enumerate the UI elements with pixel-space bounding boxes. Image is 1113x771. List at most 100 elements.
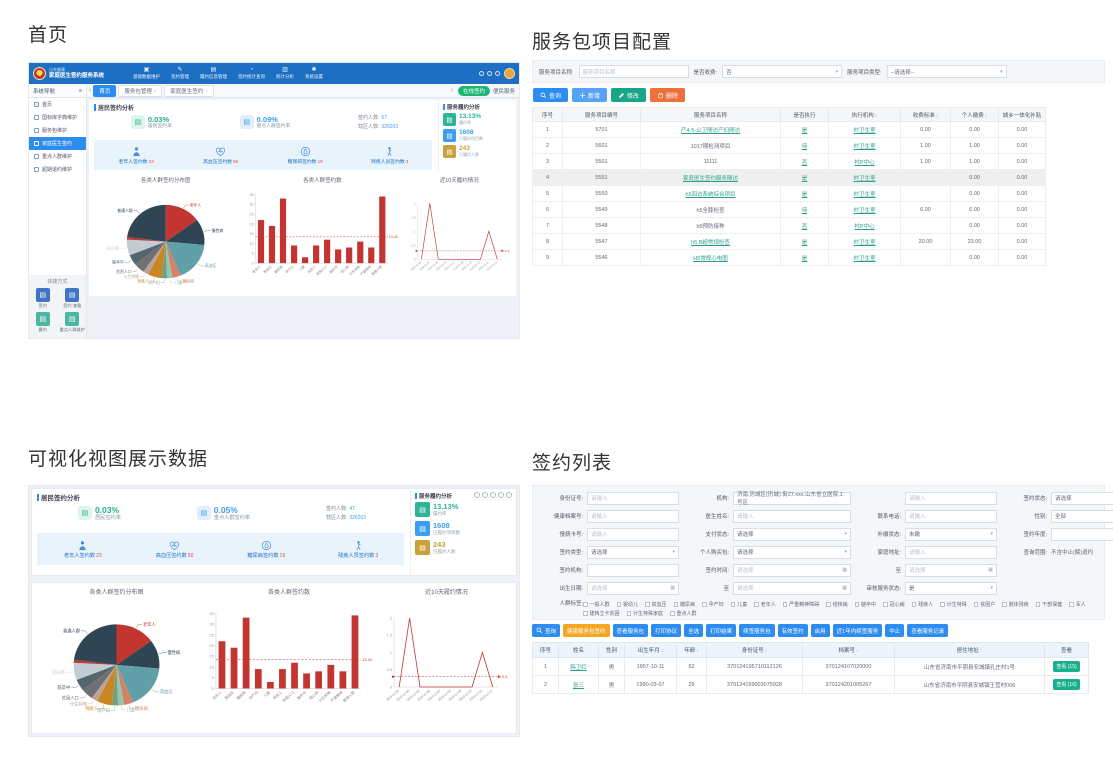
population-tag-4[interactable]: 孕产妇 [702, 601, 724, 608]
top-menu-item-2[interactable]: ▤ 履约信息管理 [200, 67, 227, 80]
column-header[interactable]: 身份证号↕ [707, 643, 803, 658]
exec-flag-link[interactable]: 是 [802, 240, 808, 246]
table-row[interactable]: 75548 h5预防接种 否 村P中心 0.000.00 [533, 218, 1046, 234]
population-tag-3[interactable]: 糖尿病 [674, 601, 696, 608]
checkbox[interactable] [617, 602, 622, 607]
column-header[interactable]: 居住地址↕ [895, 643, 1045, 658]
population-tag-18[interactable]: 计生特殊家庭 [627, 610, 664, 617]
exec-flag-link[interactable]: 否 [802, 224, 808, 230]
form-input[interactable]: 请输入 [733, 510, 851, 523]
form-select[interactable]: 是▾ [905, 582, 997, 595]
edit-button[interactable]: 修改 [611, 88, 646, 102]
sign-action-button-6[interactable]: 续签服务包 [739, 624, 775, 637]
table-row[interactable]: 45551 家庭医生签约服务随访 是 村卫生室 0.000.00 [533, 170, 1046, 186]
top-menu-item-0[interactable]: ▣ 基础数据维护 [133, 67, 160, 80]
exec-flag-link[interactable]: 是 [802, 192, 808, 198]
shortcut-2[interactable]: ▤ 履约 [36, 312, 50, 333]
view-button[interactable]: 查看 (15) [1053, 661, 1079, 672]
top-menu-item-1[interactable]: ✎ 签约管理 [171, 67, 189, 80]
checkbox[interactable] [974, 602, 979, 607]
org-link[interactable]: 村P中心 [854, 160, 874, 166]
item-name-link[interactable]: h5 B超常规检查 [691, 240, 730, 246]
sign-action-button-7[interactable]: 有效签约 [778, 624, 808, 637]
population-tag-10[interactable]: 冠心病 [883, 601, 905, 608]
date-picker[interactable]: 请选择▦ [733, 564, 851, 577]
checkbox[interactable] [1069, 602, 1074, 607]
exec-flag-link[interactable]: 是 [802, 176, 808, 182]
person-name-link[interactable]: 韩卫红 [570, 665, 587, 671]
checkbox[interactable] [754, 602, 759, 607]
person-name-link[interactable]: 张三 [573, 683, 584, 689]
form-select[interactable]: 请选择▾ [1051, 492, 1113, 505]
table-row[interactable]: 65549 h5全膝检查 待 村卫生室 6.006.000.00 [533, 202, 1046, 218]
form-input[interactable]: 请输入 [587, 510, 679, 523]
sign-action-button-0[interactable]: 查询 [532, 624, 560, 637]
population-tag-12[interactable]: 计生特殊 [940, 601, 967, 608]
checkbox[interactable] [702, 602, 707, 607]
checkbox[interactable] [826, 602, 831, 607]
checkbox[interactable] [1036, 602, 1041, 607]
quick-service-button[interactable]: 便民服务 [493, 87, 515, 95]
exec-flag-link[interactable]: 是 [802, 256, 808, 262]
user-avatar[interactable] [504, 68, 515, 79]
exec-flag-link[interactable]: 是 [802, 128, 808, 134]
form-select[interactable]: 未缴▾ [905, 528, 997, 541]
checkbox[interactable] [912, 602, 917, 607]
header-action-icons[interactable] [479, 71, 500, 76]
population-tag-5[interactable]: 儿童 [731, 601, 748, 608]
tab-1[interactable]: 服务包管理× [118, 85, 162, 97]
population-tag-13[interactable]: 贫困户 [974, 601, 996, 608]
top-menu-item-5[interactable]: ✱ 系统设置 [305, 67, 323, 80]
close-tab-icon[interactable]: × [154, 88, 156, 93]
window-dots[interactable] [474, 492, 512, 498]
form-input[interactable]: 济南.历城区(历城).街27.xxx.山东省立医院.1号区 [733, 492, 851, 505]
form-input[interactable]: 请输入 [905, 492, 997, 505]
exec-flag-link[interactable]: 待 [802, 208, 808, 214]
org-link[interactable]: 村卫生室 [853, 208, 875, 214]
date-picker[interactable]: 请选择▦ [905, 564, 997, 577]
search-button[interactable]: 查询 [533, 88, 568, 102]
form-input[interactable]: 请输入 [587, 528, 679, 541]
checkbox[interactable] [674, 602, 679, 607]
shortcut-3[interactable]: ▤ 重点人群维护 [60, 312, 85, 333]
checkbox[interactable] [1002, 602, 1007, 607]
exec-flag-link[interactable]: 否 [802, 160, 808, 166]
org-link[interactable]: 村卫生室 [853, 240, 875, 246]
sign-action-button-2[interactable]: 查看服务包 [613, 624, 649, 637]
sign-action-button-10[interactable]: 中止 [885, 624, 904, 637]
item-name-link[interactable]: 产4-5-公卫随访产妇随访 [681, 128, 740, 134]
table-row[interactable]: 95546 H5常规心电图 是 村卫生室 0.000.00 [533, 250, 1046, 266]
sign-action-button-5[interactable]: 打印结果 [706, 624, 736, 637]
population-tag-19[interactable]: 重点人群 [670, 610, 697, 617]
sidebar-item-0[interactable]: ⌂首页 [29, 98, 86, 111]
table-row[interactable]: 25601 1017期检测项目 待 村卫生室 1.001.000.00 [533, 138, 1046, 154]
item-name-link[interactable]: H5常规心电图 [693, 256, 728, 262]
column-header[interactable]: 年龄↕ [677, 643, 707, 658]
delete-button[interactable]: 删除 [650, 88, 685, 102]
hamburger-icon[interactable]: ≡ [79, 88, 82, 94]
date-picker[interactable]: 请选择▦ [733, 582, 851, 595]
package-name-input[interactable]: 服务项目名称 [579, 65, 689, 78]
checkbox[interactable] [583, 602, 588, 607]
exec-flag-link[interactable]: 待 [802, 144, 808, 150]
checkbox[interactable] [855, 602, 860, 607]
sidebar-item-5[interactable]: 超期退约维护 [29, 163, 86, 176]
checkbox[interactable] [883, 602, 888, 607]
sidebar-item-2[interactable]: 服务包维护 [29, 124, 86, 137]
population-tag-1[interactable]: 婴幼儿 [617, 601, 639, 608]
online-sign-button[interactable]: 在线签约 [458, 86, 490, 96]
form-input[interactable] [1051, 528, 1113, 541]
checkbox[interactable] [940, 602, 945, 607]
checkbox[interactable] [783, 602, 788, 607]
column-header[interactable]: 执行机构↕ [829, 108, 901, 122]
population-tag-9[interactable]: 脑卒中 [855, 601, 877, 608]
item-name-link[interactable]: 家庭医生签约服务随访 [683, 176, 738, 182]
close-tab-icon[interactable]: × [205, 88, 207, 93]
date-picker[interactable]: 请选择▦ [587, 582, 679, 595]
top-menu-item-3[interactable]: ◔ 签约统计查询 [238, 67, 265, 80]
search-select-2[interactable]: --请选择--▾ [887, 65, 1007, 78]
population-tag-16[interactable]: 军人 [1069, 601, 1086, 608]
form-input[interactable]: 请输入 [905, 510, 997, 523]
population-tag-6[interactable]: 老年人 [754, 601, 776, 608]
column-header[interactable]: 出生年月↕ [625, 643, 677, 658]
